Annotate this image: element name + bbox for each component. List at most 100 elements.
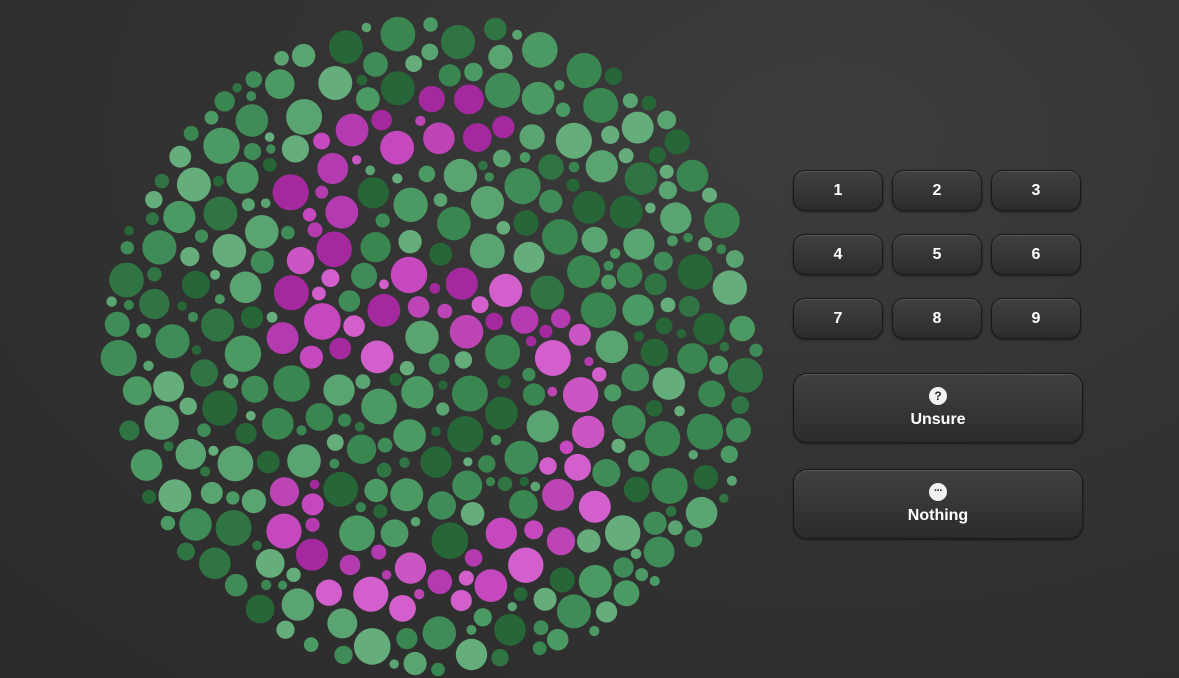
background-dot: [497, 375, 511, 389]
background-dot: [181, 270, 210, 299]
figure-dot: [450, 589, 472, 612]
digit-button-6[interactable]: 6: [991, 234, 1081, 275]
digit-button-1[interactable]: 1: [793, 170, 883, 211]
background-dot: [712, 270, 747, 305]
background-dot: [436, 402, 450, 416]
background-dot: [447, 416, 484, 453]
figure-dot: [305, 517, 320, 532]
background-dot: [720, 445, 738, 463]
background-dot: [653, 251, 673, 271]
background-dot: [326, 434, 344, 451]
background-dot: [519, 124, 545, 150]
background-dot: [323, 374, 355, 406]
background-dot: [245, 215, 279, 249]
background-dot: [485, 72, 521, 108]
background-dot: [389, 659, 399, 669]
background-dot: [179, 508, 212, 541]
background-dot: [549, 567, 575, 593]
digit-button-7[interactable]: 7: [793, 298, 883, 339]
background-dot: [224, 573, 248, 597]
figure-dot: [269, 477, 299, 507]
figure-dot: [302, 208, 317, 222]
figure-dot: [546, 527, 576, 556]
digit-button-2[interactable]: 2: [892, 170, 982, 211]
background-dot: [274, 51, 289, 66]
background-dot: [688, 450, 698, 460]
background-dot: [399, 361, 415, 376]
background-dot: [623, 476, 650, 503]
background-dot: [581, 226, 608, 253]
background-dot: [200, 481, 223, 504]
background-dot: [538, 154, 564, 180]
background-dot: [466, 624, 477, 635]
background-dot: [601, 274, 617, 290]
background-dot: [177, 542, 195, 561]
background-dot: [375, 213, 390, 228]
background-dot: [191, 345, 202, 355]
background-dot: [334, 645, 353, 665]
figure-dot: [510, 306, 539, 334]
background-dot: [154, 173, 170, 189]
background-dot: [621, 363, 650, 392]
background-dot: [160, 515, 176, 531]
background-dot: [630, 548, 642, 560]
unsure-button[interactable]: ? Unsure: [793, 373, 1083, 443]
background-dot: [286, 567, 301, 582]
background-dot: [643, 511, 667, 535]
background-dot: [142, 230, 177, 265]
digit-button-9[interactable]: 9: [991, 298, 1081, 339]
background-dot: [401, 376, 434, 409]
background-dot: [427, 491, 456, 520]
background-dot: [246, 91, 257, 102]
figure-dot: [572, 415, 605, 449]
digit-button-4[interactable]: 4: [793, 234, 883, 275]
background-dot: [106, 296, 117, 307]
background-dot: [658, 181, 678, 200]
background-dot: [572, 190, 606, 224]
background-dot: [139, 288, 170, 320]
background-dot: [318, 66, 353, 100]
background-dot: [542, 219, 578, 255]
background-dot: [338, 413, 352, 427]
background-dot: [641, 95, 657, 111]
figure-dot: [272, 174, 309, 211]
digit-button-8[interactable]: 8: [892, 298, 982, 339]
background-dot: [519, 476, 529, 487]
digit-button-3[interactable]: 3: [991, 170, 1081, 211]
figure-dot: [315, 185, 329, 199]
background-dot: [568, 161, 580, 173]
background-dot: [644, 421, 681, 457]
background-dot: [589, 625, 600, 637]
background-dot: [726, 417, 751, 443]
background-dot: [229, 271, 262, 304]
background-dot: [729, 315, 755, 342]
background-dot: [621, 111, 654, 144]
background-dot: [158, 479, 192, 513]
figure-dot: [353, 576, 389, 612]
background-dot: [431, 522, 469, 559]
nothing-button[interactable]: ··· Nothing: [793, 469, 1083, 539]
figure-dot: [464, 549, 483, 567]
background-dot: [504, 440, 539, 475]
background-dot: [437, 206, 471, 241]
background-dot: [485, 477, 496, 487]
background-dot: [145, 212, 159, 226]
background-dot: [223, 373, 239, 389]
background-dot: [526, 410, 559, 443]
background-dot: [204, 110, 219, 125]
background-dot: [226, 491, 240, 505]
background-dot: [163, 200, 196, 234]
background-dot: [262, 408, 294, 440]
background-dot: [685, 496, 718, 529]
figure-dot: [266, 513, 302, 549]
digit-button-5[interactable]: 5: [892, 234, 982, 275]
background-dot: [665, 506, 677, 517]
background-dot: [390, 478, 424, 512]
background-dot: [303, 637, 319, 652]
background-dot: [613, 580, 640, 607]
figure-dot: [394, 552, 427, 584]
background-dot: [618, 148, 634, 164]
figure-dot: [317, 153, 349, 184]
figure-dot: [371, 109, 392, 131]
figure-dot: [316, 231, 352, 268]
